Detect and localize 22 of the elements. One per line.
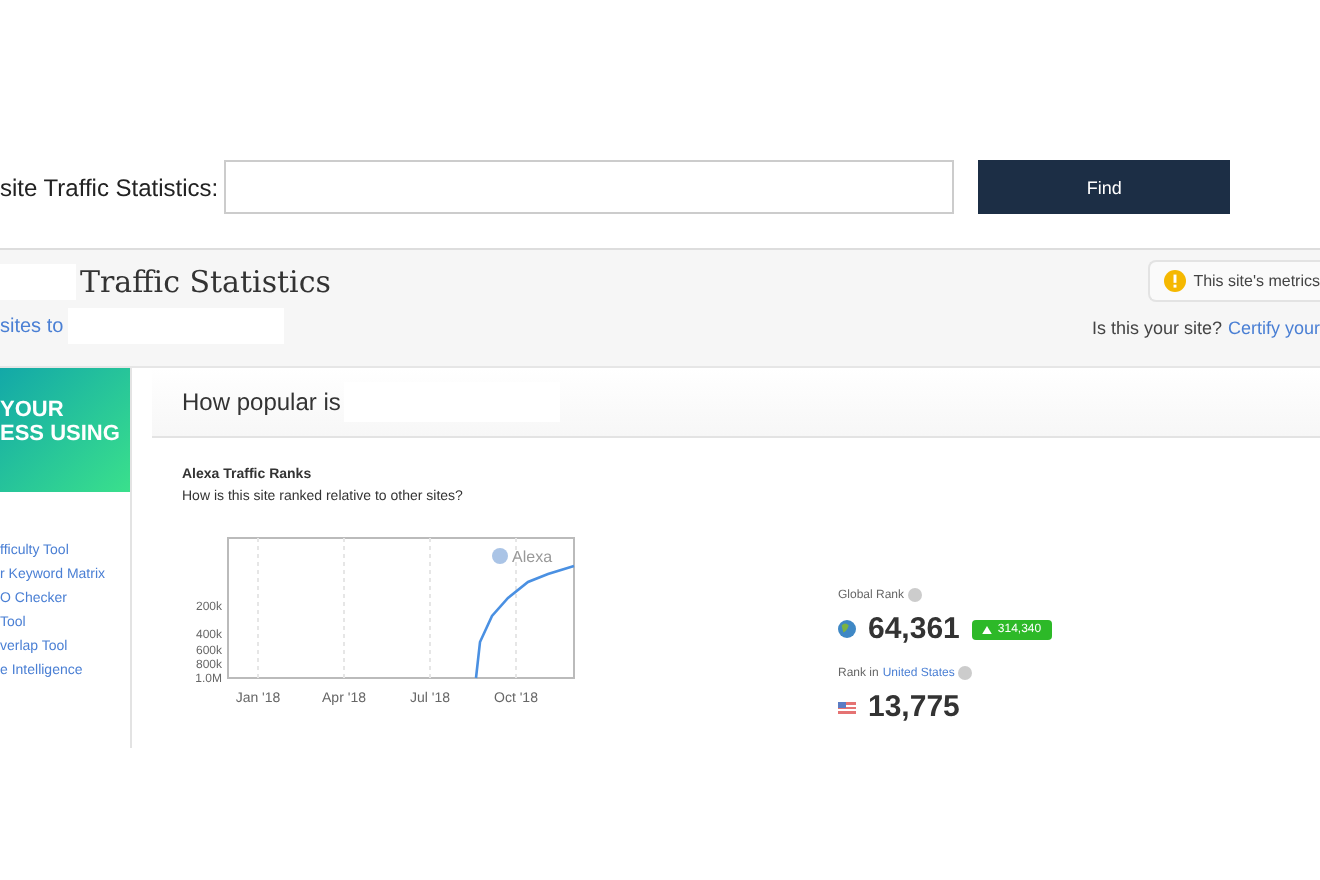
search-field[interactable] [224,160,955,214]
help-icon[interactable] [908,588,923,602]
country-rank-value: 13,775 [868,690,960,724]
rank-line [474,564,575,679]
promo-banner[interactable]: YOUR ESS USING [0,368,130,492]
panel-heading: How popular is [182,388,341,416]
global-rank-value: 64,361 [868,612,960,646]
claim-text: Is this your site? [1091,318,1222,338]
banner-text: YOUR [0,398,66,422]
alexa-logo: Alexa [492,548,553,566]
up-arrow-icon [981,625,992,633]
certify-link[interactable]: Certify your [1227,318,1320,338]
help-icon[interactable] [958,666,973,680]
notice-text: This site's metrics [1193,272,1320,290]
warning-icon [1163,270,1186,292]
page-title: Traffic Statistics [80,264,331,300]
globe-icon [838,620,856,638]
banner-text: ESS USING [0,422,122,446]
search-label: site Traffic Statistics: [0,173,219,201]
flag-icon [838,701,856,713]
find-button[interactable]: Find [978,160,1231,214]
compare-link[interactable]: sites to [0,315,64,337]
